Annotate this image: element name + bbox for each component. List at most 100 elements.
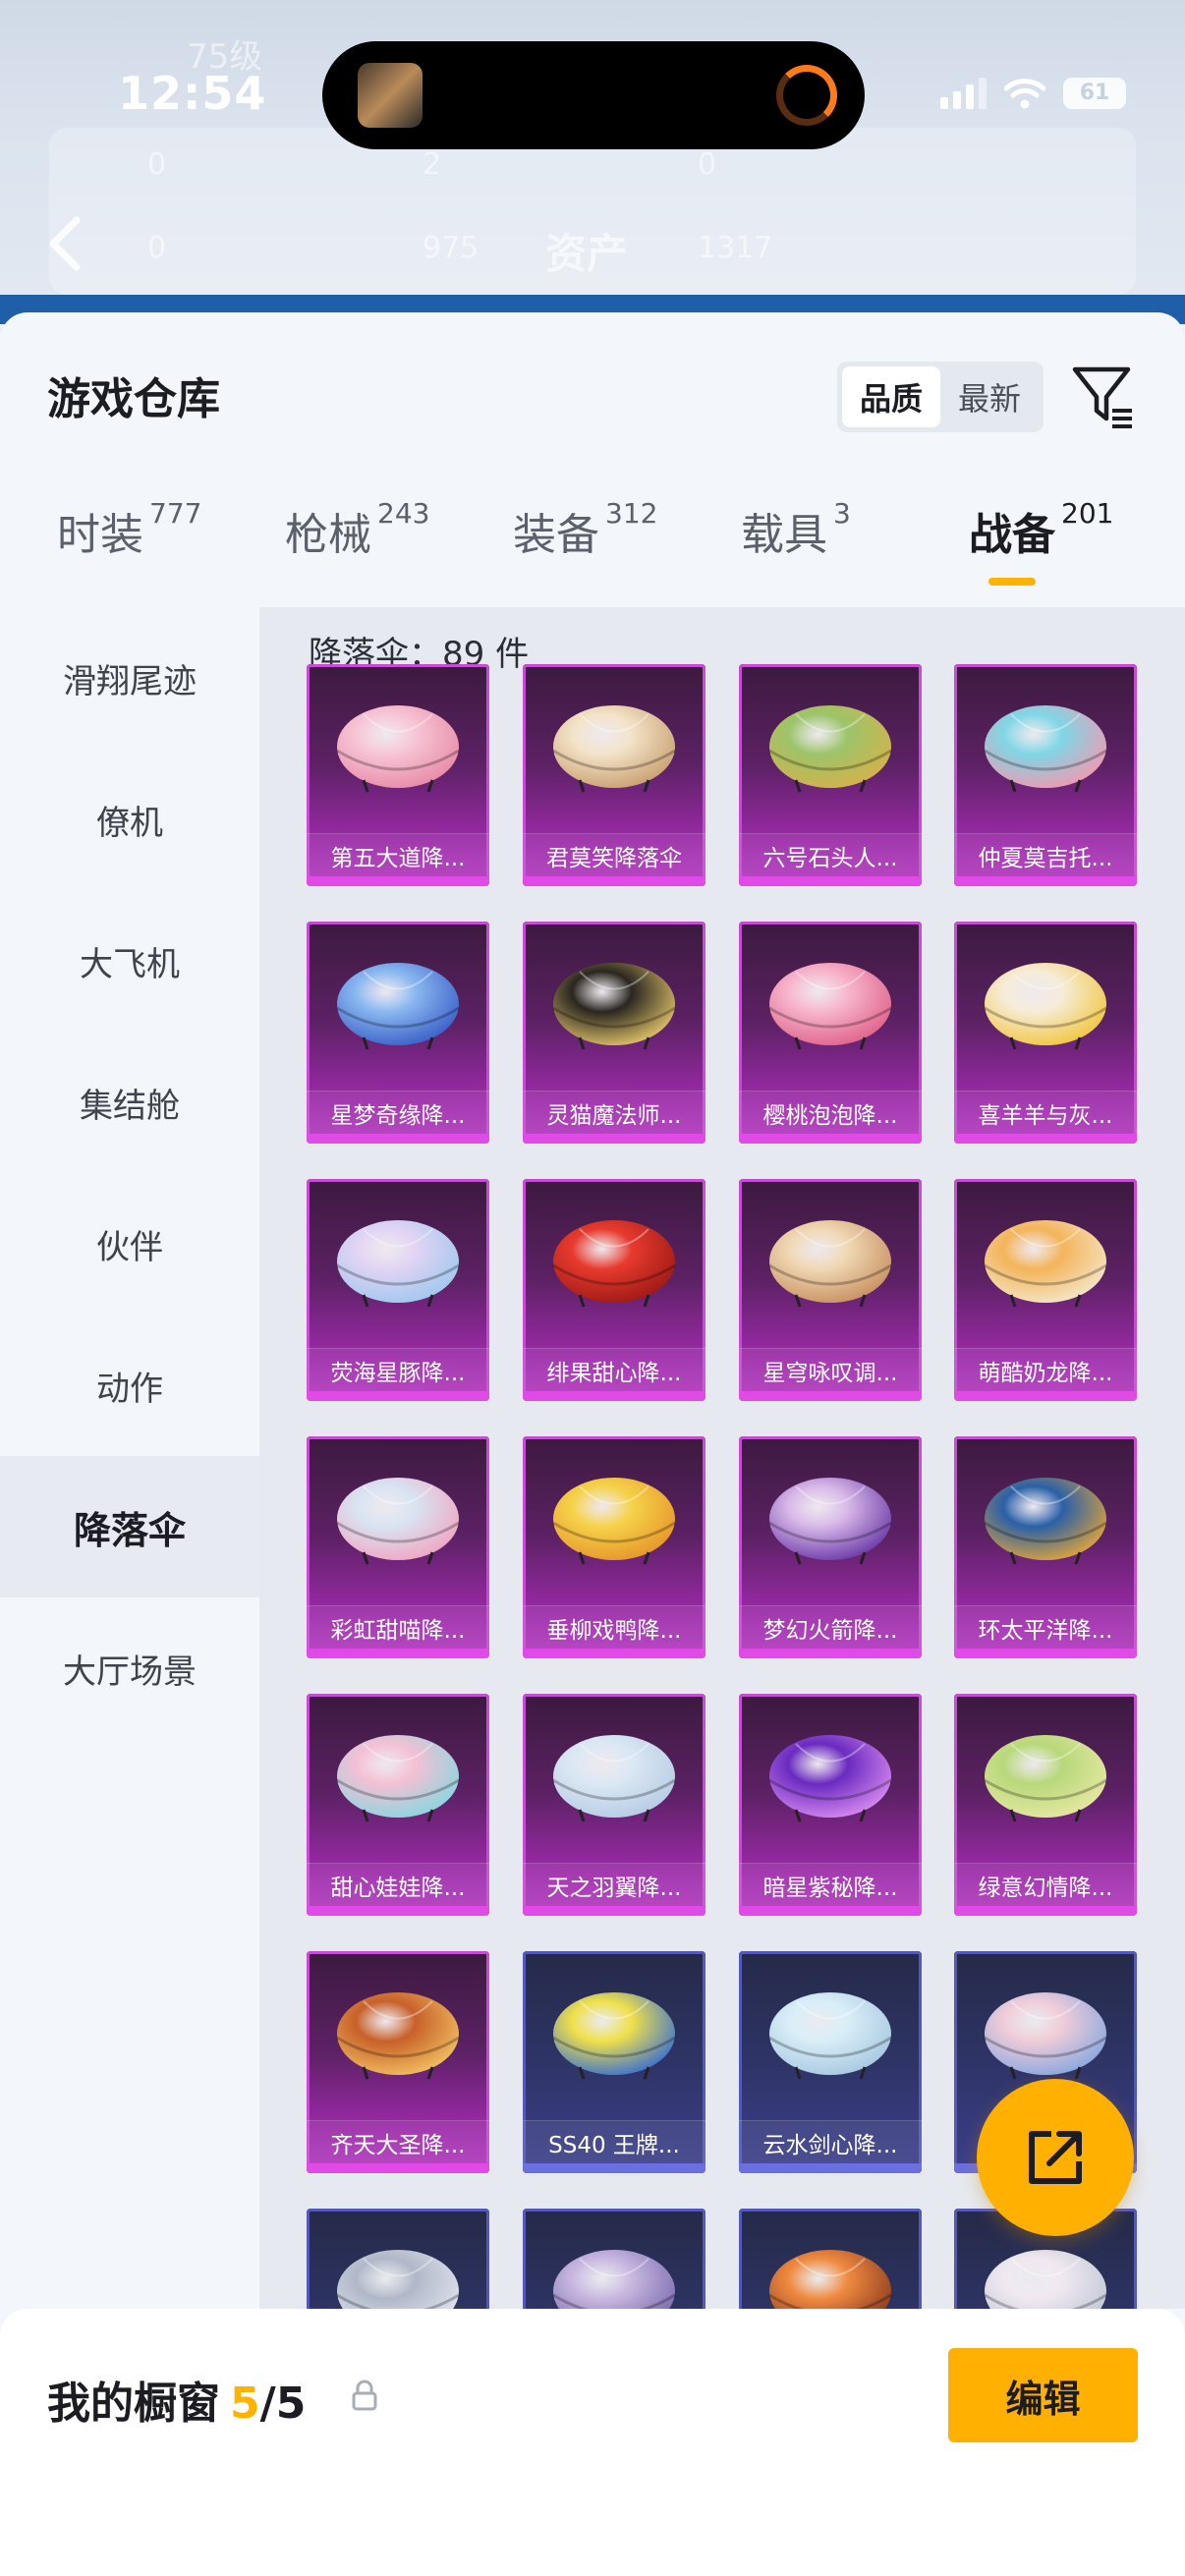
parachute-image — [984, 1992, 1107, 2080]
parachute-image — [984, 1220, 1107, 1308]
parachute-card[interactable]: 君莫笑降落伞 — [523, 664, 705, 886]
tab-count: 243 — [377, 497, 430, 530]
tab-tactical-gear[interactable]: 战备 201 — [969, 497, 1113, 588]
parachute-card[interactable]: 暗星紫秘降... — [739, 1694, 922, 1916]
rarity-strip — [523, 1134, 705, 1144]
parachute-name: 星梦奇缘降... — [307, 1091, 489, 1134]
rarity-strip — [523, 876, 705, 886]
parachute-card[interactable]: 星梦奇缘降... — [307, 922, 489, 1144]
parachute-name: SS40 王牌... — [523, 2120, 705, 2163]
sidebar-item-lobby-scene[interactable]: 大厅场景 — [0, 1597, 259, 1739]
showcase-separator: / — [259, 2379, 276, 2429]
parachute-card[interactable]: 绿意幻情降... — [954, 1694, 1137, 1916]
edit-button[interactable]: 编辑 — [948, 2348, 1138, 2442]
showcase-current: 5 — [230, 2379, 260, 2429]
rarity-strip — [307, 2163, 489, 2173]
parachute-card[interactable] — [307, 2209, 489, 2309]
tab-vehicles[interactable]: 载具 3 — [741, 497, 851, 588]
sidebar-item-parachute[interactable]: 降落伞 — [0, 1456, 259, 1597]
parachute-image — [336, 1992, 460, 2080]
sidebar-item-glide-trail[interactable]: 滑翔尾迹 — [0, 607, 259, 749]
sidebar-item-emote[interactable]: 动作 — [0, 1315, 259, 1456]
rarity-strip — [523, 1391, 705, 1401]
rarity-strip — [739, 1391, 922, 1401]
status-time: 12:54 — [118, 67, 267, 120]
parachute-name: 暗星紫秘降... — [739, 1863, 922, 1906]
rarity-strip — [954, 876, 1137, 886]
tab-equipment[interactable]: 装备 312 — [513, 497, 657, 588]
rarity-strip — [523, 1906, 705, 1916]
sort-toggle: 品质 最新 — [837, 362, 1044, 432]
rarity-strip — [954, 1906, 1137, 1916]
parachute-image — [768, 705, 892, 793]
parachute-card[interactable]: 萌酷奶龙降... — [954, 1179, 1137, 1401]
parachute-image — [768, 1992, 892, 2080]
parachute-card[interactable]: 天之羽翼降... — [523, 1694, 705, 1916]
parachute-image — [768, 1735, 892, 1822]
parachute-card[interactable]: 六号石头人... — [739, 664, 922, 886]
parachute-card[interactable]: 樱桃泡泡降... — [739, 922, 922, 1144]
rarity-strip — [523, 1649, 705, 1658]
parachute-card[interactable]: 环太平洋降... — [954, 1436, 1137, 1658]
parachute-image — [984, 1735, 1107, 1822]
active-tab-indicator — [988, 578, 1036, 586]
parachute-image — [552, 705, 676, 793]
parachute-card[interactable]: 星穹咏叹调... — [739, 1179, 922, 1401]
parachute-card[interactable]: 甜心娃娃降... — [307, 1694, 489, 1916]
parachute-card[interactable]: 喜羊羊与灰... — [954, 922, 1137, 1144]
parachute-card[interactable]: 齐天大圣降... — [307, 1951, 489, 2173]
parachute-image — [336, 1220, 460, 1308]
parachute-image — [768, 963, 892, 1050]
battery-icon: 61 — [1063, 78, 1126, 109]
tab-firearms[interactable]: 枪械 243 — [285, 497, 430, 588]
parachute-name: 灵猫魔法师... — [523, 1091, 705, 1134]
parachute-card[interactable]: 云水剑心降... — [739, 1951, 922, 2173]
parachute-card[interactable] — [739, 2209, 922, 2309]
tab-fashion[interactable]: 时装 777 — [57, 497, 201, 588]
rarity-strip — [307, 1906, 489, 1916]
filter-icon[interactable] — [1071, 362, 1136, 430]
sort-quality-button[interactable]: 品质 — [842, 366, 940, 427]
parachute-card[interactable]: 彩虹甜喵降... — [307, 1436, 489, 1658]
sidebar-item-airplane[interactable]: 大飞机 — [0, 890, 259, 1032]
parachute-image — [552, 2250, 676, 2309]
parachute-card[interactable]: 第五大道降... — [307, 664, 489, 886]
parachute-card[interactable]: 荧海星豚降... — [307, 1179, 489, 1401]
parachute-card[interactable]: 绯果甜心降... — [523, 1179, 705, 1401]
sort-newest-button[interactable]: 最新 — [940, 366, 1039, 427]
status-icons: 61 — [940, 77, 1126, 110]
share-button[interactable] — [977, 2079, 1134, 2236]
parachute-image — [336, 705, 460, 793]
parachute-name: 甜心娃娃降... — [307, 1863, 489, 1906]
tab-label: 装备 — [513, 510, 599, 560]
parachute-image — [984, 2250, 1107, 2309]
tab-label: 枪械 — [285, 510, 371, 560]
rarity-strip — [523, 2163, 705, 2173]
parachute-image — [552, 1478, 676, 1565]
back-arrow-icon[interactable] — [45, 214, 85, 273]
dynamic-island[interactable] — [322, 41, 865, 149]
rarity-strip — [954, 1391, 1137, 1401]
parachute-card[interactable]: SS40 王牌... — [523, 1951, 705, 2173]
parachute-name: 垂柳戏鸭降... — [523, 1605, 705, 1649]
rarity-strip — [739, 1134, 922, 1144]
parachute-image — [552, 1220, 676, 1308]
stat-value: 1317 — [698, 231, 773, 265]
parachute-image — [552, 1735, 676, 1822]
parachute-image — [336, 963, 460, 1050]
sidebar-item-wingman[interactable]: 僚机 — [0, 749, 259, 890]
showcase-total: 5 — [275, 2379, 307, 2429]
sidebar-item-partner[interactable]: 伙伴 — [0, 1173, 259, 1315]
parachute-card[interactable]: 梦幻火箭降... — [739, 1436, 922, 1658]
sidebar: 滑翔尾迹 僚机 大飞机 集结舱 伙伴 动作 降落伞 大厅场景 — [0, 607, 259, 2309]
parachute-card[interactable] — [523, 2209, 705, 2309]
parachute-card[interactable]: 灵猫魔法师... — [523, 922, 705, 1144]
parachute-card[interactable]: 垂柳戏鸭降... — [523, 1436, 705, 1658]
stat-value: 2 — [423, 147, 442, 182]
parachute-card[interactable]: 仲夏莫吉托... — [954, 664, 1137, 886]
rarity-strip — [307, 1649, 489, 1658]
tab-label: 战备 — [969, 510, 1055, 560]
parachute-image — [336, 1478, 460, 1565]
sidebar-item-assembly-pod[interactable]: 集结舱 — [0, 1032, 259, 1173]
parachute-name: 六号石头人... — [739, 833, 922, 876]
